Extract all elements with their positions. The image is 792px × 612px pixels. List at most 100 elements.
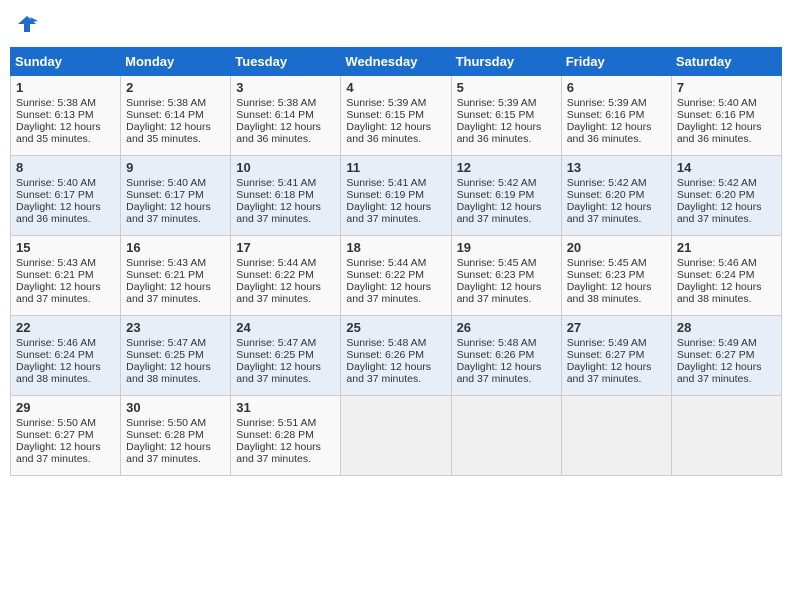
logo-bird-icon [16,14,38,41]
sunrise-text: Sunrise: 5:50 AM [126,417,206,429]
sunrise-text: Sunrise: 5:42 AM [567,177,647,189]
calendar-cell: 3Sunrise: 5:38 AMSunset: 6:14 PMDaylight… [231,76,341,156]
calendar-cell [451,396,561,476]
sunrise-text: Sunrise: 5:42 AM [457,177,537,189]
sunset-text: Sunset: 6:15 PM [457,109,535,121]
daylight-text: Daylight: 12 hours and 36 minutes. [457,121,542,145]
calendar-cell: 16Sunrise: 5:43 AMSunset: 6:21 PMDayligh… [121,236,231,316]
calendar-cell: 10Sunrise: 5:41 AMSunset: 6:18 PMDayligh… [231,156,341,236]
sunrise-text: Sunrise: 5:49 AM [677,337,757,349]
day-number: 12 [457,160,556,175]
daylight-text: Daylight: 12 hours and 36 minutes. [677,121,762,145]
day-number: 4 [346,80,445,95]
daylight-text: Daylight: 12 hours and 38 minutes. [677,281,762,305]
daylight-text: Daylight: 12 hours and 38 minutes. [16,361,101,385]
daylight-text: Daylight: 12 hours and 37 minutes. [457,201,542,225]
day-number: 11 [346,160,445,175]
calendar-cell: 17Sunrise: 5:44 AMSunset: 6:22 PMDayligh… [231,236,341,316]
calendar-week-4: 22Sunrise: 5:46 AMSunset: 6:24 PMDayligh… [11,316,782,396]
calendar-cell: 23Sunrise: 5:47 AMSunset: 6:25 PMDayligh… [121,316,231,396]
calendar-cell: 4Sunrise: 5:39 AMSunset: 6:15 PMDaylight… [341,76,451,156]
calendar-week-1: 1 Sunrise: 5:38 AM Sunset: 6:13 PM Daylight… [11,76,782,156]
daylight-text: Daylight: 12 hours and 37 minutes. [126,441,211,465]
sunset-text: Sunset: 6:16 PM [677,109,755,121]
sunset-text: Sunset: 6:27 PM [567,349,645,361]
day-number: 31 [236,400,335,415]
daylight-text: Daylight: 12 hours and 38 minutes. [126,361,211,385]
calendar-cell: 6Sunrise: 5:39 AMSunset: 6:16 PMDaylight… [561,76,671,156]
calendar-cell: 29Sunrise: 5:50 AMSunset: 6:27 PMDayligh… [11,396,121,476]
daylight-text: Daylight: 12 hours and 36 minutes. [16,201,101,225]
daylight-text: Daylight: 12 hours and 35 minutes. [126,121,211,145]
sunrise-text: Sunrise: 5:39 AM [346,97,426,109]
calendar-cell: 1Sunrise: 5:38 AMSunset: 6:13 PMDaylight… [11,76,121,156]
daylight-text: Daylight: 12 hours and 37 minutes. [346,361,431,385]
calendar-cell: 11Sunrise: 5:41 AMSunset: 6:19 PMDayligh… [341,156,451,236]
day-of-week-sunday: Sunday [11,48,121,76]
sunrise-text: Sunrise: 5:47 AM [236,337,316,349]
daylight-text: Daylight: 12 hours and 37 minutes. [677,361,762,385]
day-number: 13 [567,160,666,175]
day-number: 28 [677,320,776,335]
day-number: 5 [457,80,556,95]
sunset-text: Sunset: 6:16 PM [567,109,645,121]
sunset-text: Sunset: 6:13 PM [16,109,94,121]
calendar-cell: 8Sunrise: 5:40 AMSunset: 6:17 PMDaylight… [11,156,121,236]
calendar-cell: 13Sunrise: 5:42 AMSunset: 6:20 PMDayligh… [561,156,671,236]
sunset-text: Sunset: 6:23 PM [457,269,535,281]
sunrise-text: Sunrise: 5:48 AM [346,337,426,349]
day-of-week-wednesday: Wednesday [341,48,451,76]
daylight-text: Daylight: 12 hours and 37 minutes. [236,441,321,465]
calendar-cell: 20Sunrise: 5:45 AMSunset: 6:23 PMDayligh… [561,236,671,316]
calendar-cell [561,396,671,476]
sunrise-text: Sunrise: 5:46 AM [16,337,96,349]
calendar-cell: 24Sunrise: 5:47 AMSunset: 6:25 PMDayligh… [231,316,341,396]
calendar-cell: 31Sunrise: 5:51 AMSunset: 6:28 PMDayligh… [231,396,341,476]
daylight-text: Daylight: 12 hours and 37 minutes. [126,201,211,225]
calendar-cell: 2Sunrise: 5:38 AMSunset: 6:14 PMDaylight… [121,76,231,156]
sunset-text: Sunset: 6:23 PM [567,269,645,281]
sunset-text: Sunset: 6:17 PM [16,189,94,201]
day-number: 30 [126,400,225,415]
sunset-text: Sunset: 6:21 PM [126,269,204,281]
calendar-cell: 27Sunrise: 5:49 AMSunset: 6:27 PMDayligh… [561,316,671,396]
sunrise-text: Sunrise: 5:45 AM [567,257,647,269]
day-number: 16 [126,240,225,255]
daylight-text: Daylight: 12 hours and 37 minutes. [16,441,101,465]
day-number: 25 [346,320,445,335]
daylight-text: Daylight: 12 hours and 37 minutes. [126,281,211,305]
day-number: 9 [126,160,225,175]
calendar-cell: 28Sunrise: 5:49 AMSunset: 6:27 PMDayligh… [671,316,781,396]
sunrise-text: Sunrise: 5:40 AM [126,177,206,189]
day-of-week-tuesday: Tuesday [231,48,341,76]
day-number: 1 [16,80,115,95]
sunset-text: Sunset: 6:20 PM [567,189,645,201]
sunset-text: Sunset: 6:28 PM [236,429,314,441]
sunset-text: Sunset: 6:24 PM [16,349,94,361]
calendar-cell: 22Sunrise: 5:46 AMSunset: 6:24 PMDayligh… [11,316,121,396]
day-of-week-friday: Friday [561,48,671,76]
sunrise-text: Sunrise: 5:41 AM [346,177,426,189]
daylight-text: Daylight: 12 hours and 37 minutes. [567,361,652,385]
calendar-cell: 9 Sunrise: 5:40 AMSunset: 6:17 PMDaylight… [121,156,231,236]
day-number: 21 [677,240,776,255]
calendar-cell: 5Sunrise: 5:39 AMSunset: 6:15 PMDaylight… [451,76,561,156]
sunset-text: Sunset: 6:17 PM [126,189,204,201]
logo [14,14,38,41]
daylight-text: Daylight: 12 hours and 36 minutes. [236,121,321,145]
sunset-text: Sunset: 6:26 PM [346,349,424,361]
sunrise-text: Sunrise: 5:47 AM [126,337,206,349]
sunrise-text: Sunrise: 5:48 AM [457,337,537,349]
calendar-cell: 25 Sunrise: 5:48 AMSunset: 6:26 PMDayligh… [341,316,451,396]
day-number: 23 [126,320,225,335]
calendar-header: SundayMondayTuesdayWednesdayThursdayFrid… [11,48,782,76]
day-of-week-thursday: Thursday [451,48,561,76]
day-number: 2 [126,80,225,95]
daylight-text: Daylight: 12 hours and 36 minutes. [346,121,431,145]
day-number: 10 [236,160,335,175]
sunrise-text: Sunrise: 5:38 AM [236,97,316,109]
day-number: 19 [457,240,556,255]
sunrise-text: Sunrise: 5:49 AM [567,337,647,349]
sunrise-text: Sunrise: 5:40 AM [677,97,757,109]
sunrise-text: Sunrise: 5:41 AM [236,177,316,189]
